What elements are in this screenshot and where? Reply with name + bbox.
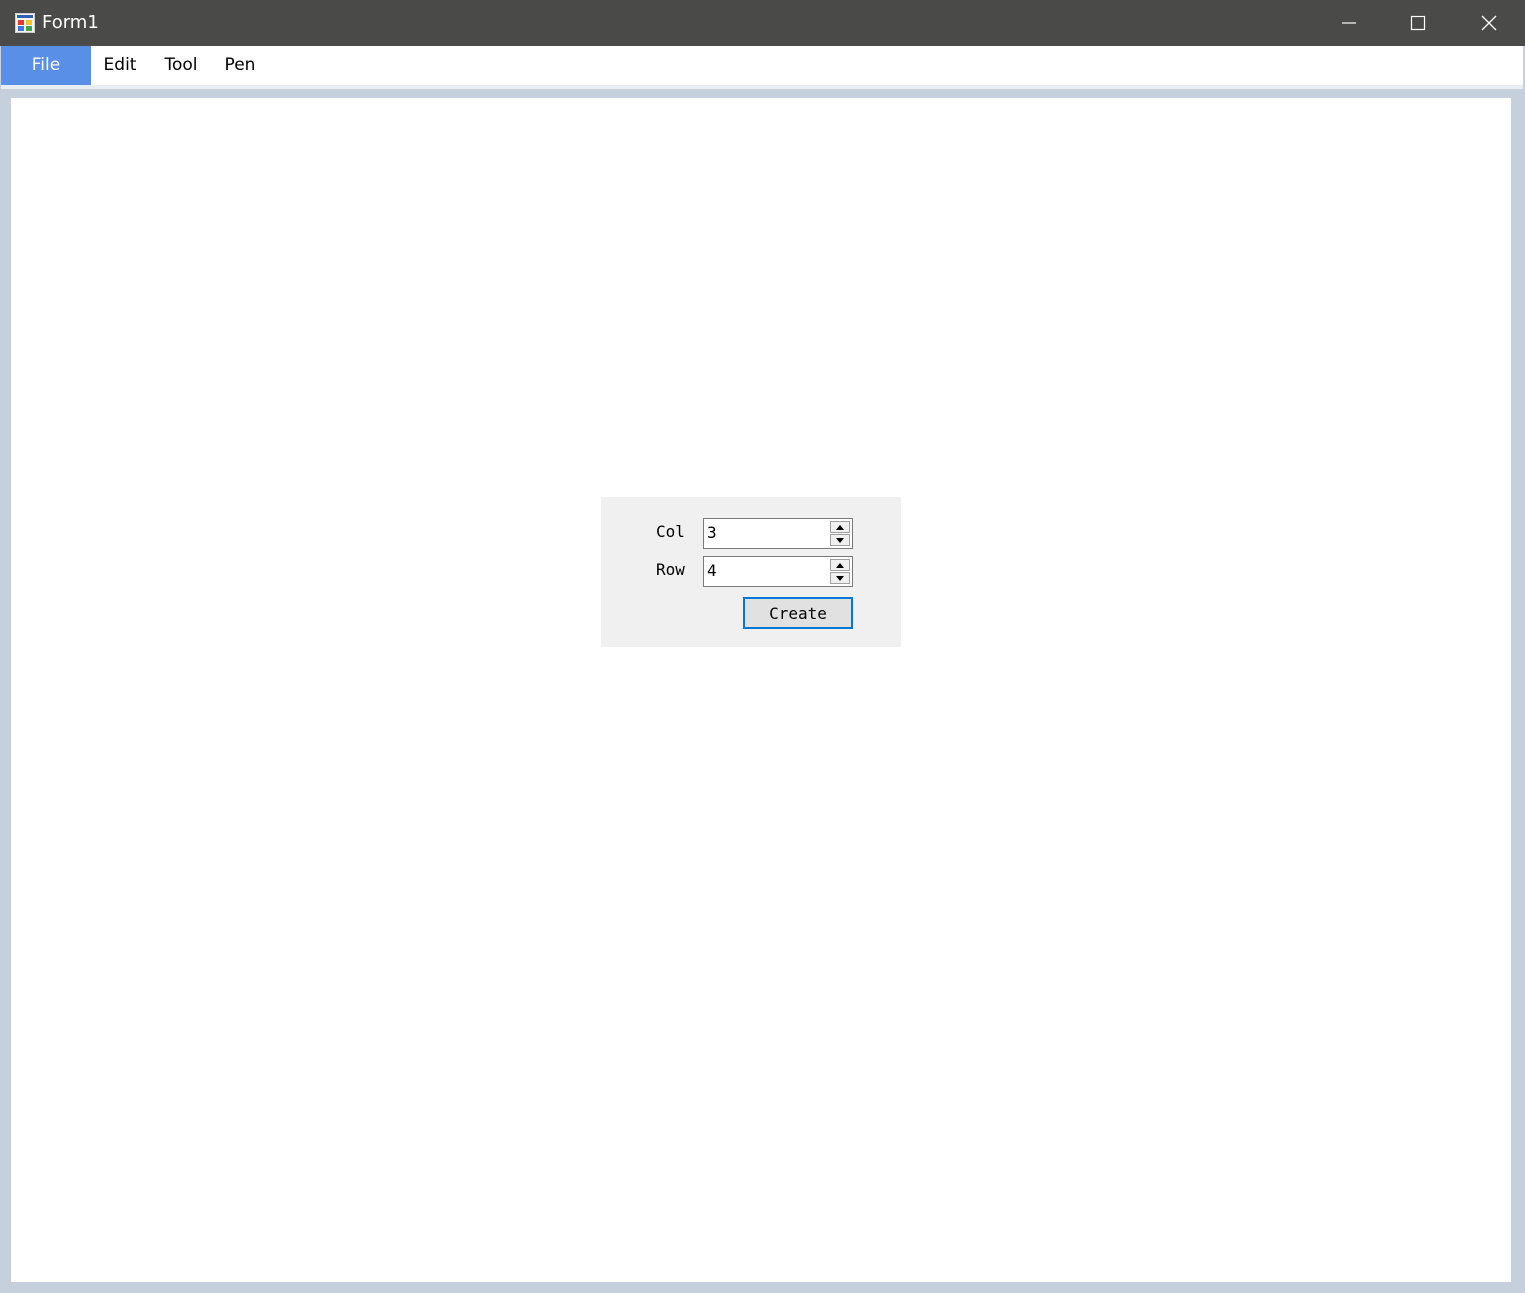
arrow-down-icon [836, 575, 844, 581]
row-spinner[interactable] [830, 559, 850, 584]
arrow-up-icon [836, 562, 844, 568]
row-value[interactable]: 4 [707, 561, 717, 581]
minimize-button[interactable] [1315, 0, 1383, 46]
minimize-icon [1342, 22, 1356, 24]
app-form-icon [15, 13, 35, 33]
col-numeric-input[interactable]: 3 [703, 518, 853, 549]
col-increment-button[interactable] [830, 521, 850, 533]
maximize-button[interactable] [1384, 0, 1452, 46]
arrow-down-icon [836, 537, 844, 543]
menu-divider [1, 85, 1523, 89]
close-icon [1481, 15, 1497, 31]
close-button[interactable] [1455, 0, 1523, 46]
menu-tool[interactable]: Tool [158, 46, 204, 85]
create-button[interactable]: Create [743, 597, 853, 629]
app-window: Form1 File Edit Tool Pen Col 3 Row 4 Cre… [0, 0, 1525, 1293]
menu-pen[interactable]: Pen [218, 46, 262, 85]
menu-file[interactable]: File [1, 46, 91, 85]
row-label: Row [656, 560, 685, 579]
create-button-label: Create [769, 603, 827, 623]
row-increment-button[interactable] [830, 559, 850, 571]
arrow-up-icon [836, 524, 844, 530]
row-decrement-button[interactable] [830, 572, 850, 584]
col-spinner[interactable] [830, 521, 850, 546]
maximize-icon [1410, 15, 1426, 31]
window-title: Form1 [42, 12, 99, 33]
title-bar[interactable]: Form1 [0, 0, 1525, 46]
menu-edit[interactable]: Edit [99, 46, 141, 85]
col-value[interactable]: 3 [707, 523, 717, 543]
col-decrement-button[interactable] [830, 534, 850, 546]
col-label: Col [656, 522, 685, 541]
menu-bar: File Edit Tool Pen [1, 46, 1523, 85]
drawing-canvas[interactable] [11, 98, 1511, 1282]
row-numeric-input[interactable]: 4 [703, 556, 853, 587]
